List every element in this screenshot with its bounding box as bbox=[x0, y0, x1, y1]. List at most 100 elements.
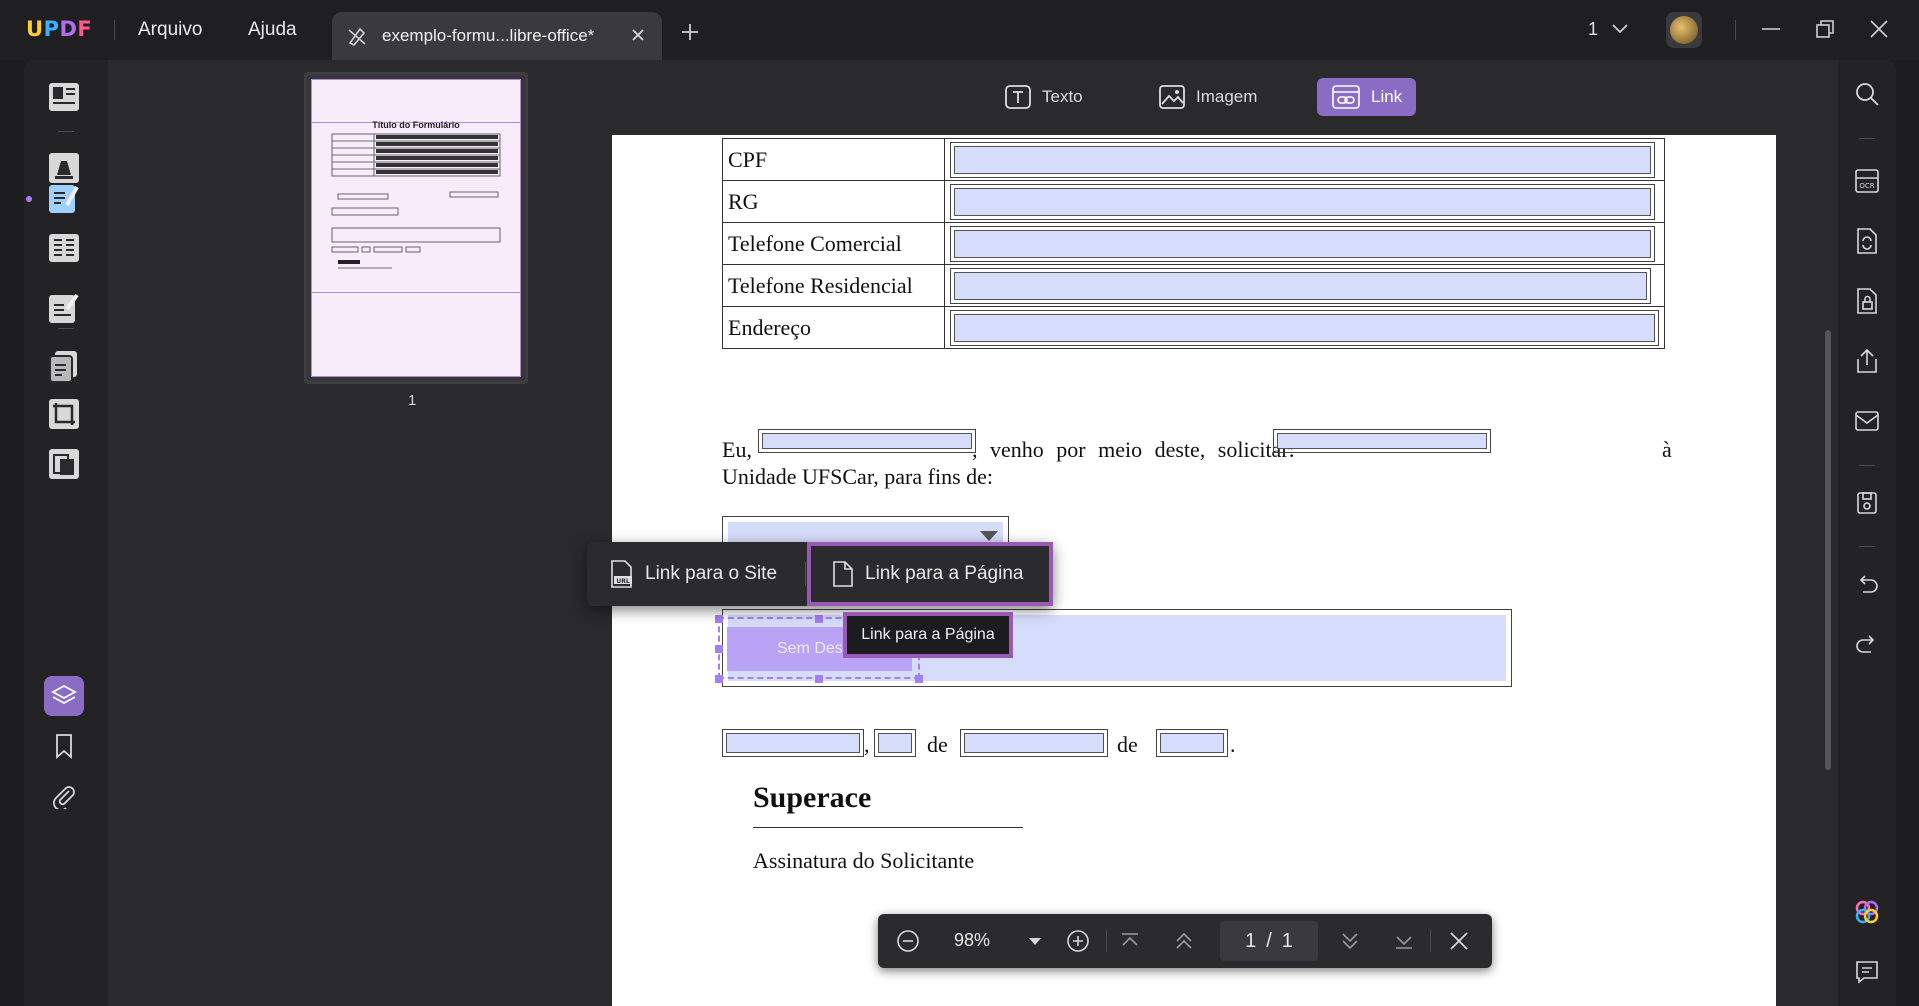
request-field[interactable] bbox=[1277, 433, 1487, 449]
table-label: Endereço bbox=[722, 306, 945, 349]
redo-icon[interactable] bbox=[1852, 630, 1882, 660]
resize-handle[interactable] bbox=[715, 675, 723, 683]
table-label: Telefone Comercial bbox=[722, 222, 945, 265]
undo-icon[interactable] bbox=[1852, 570, 1882, 600]
edit-toolbar: Texto Imagem Link bbox=[578, 60, 1838, 135]
reader-icon[interactable] bbox=[44, 77, 84, 117]
edit-pdf-icon[interactable] bbox=[44, 178, 84, 218]
city-field[interactable] bbox=[726, 733, 860, 753]
attachment-icon[interactable] bbox=[44, 776, 84, 816]
next-page-icon[interactable] bbox=[1338, 927, 1362, 960]
share-icon[interactable] bbox=[1852, 346, 1882, 376]
restore-icon[interactable] bbox=[1814, 18, 1836, 45]
table-row: RG bbox=[722, 180, 1665, 223]
resize-handle[interactable] bbox=[715, 645, 723, 653]
name-field[interactable] bbox=[762, 433, 972, 449]
name-field-box bbox=[758, 429, 976, 453]
table-row: Telefone Comercial bbox=[722, 222, 1665, 265]
document-tab[interactable]: exemplo-formu...libre-office* bbox=[332, 12, 662, 60]
text-a: à bbox=[1662, 437, 1672, 462]
first-page-icon[interactable] bbox=[1118, 927, 1142, 960]
zoom-bar: 98% 1 / 1 bbox=[878, 914, 1492, 968]
tab-title: exemplo-formu...libre-office* bbox=[382, 26, 595, 45]
close-zoom-bar-icon[interactable] bbox=[1446, 927, 1472, 960]
logo-letter: P bbox=[43, 17, 60, 41]
comment-icon[interactable] bbox=[1852, 957, 1882, 987]
bookmark-icon[interactable] bbox=[44, 726, 84, 766]
year-field[interactable] bbox=[1160, 733, 1224, 753]
zoom-out-icon[interactable] bbox=[894, 927, 922, 960]
menu-arquivo[interactable]: Arquivo bbox=[138, 19, 202, 41]
month-field[interactable] bbox=[964, 733, 1104, 753]
minimize-icon[interactable] bbox=[1760, 18, 1782, 45]
table-row: CPF bbox=[722, 138, 1665, 181]
close-tab-icon[interactable] bbox=[628, 25, 648, 50]
avatar[interactable] bbox=[1666, 12, 1702, 48]
text-tool-button[interactable]: Texto bbox=[990, 78, 1097, 116]
address-field[interactable] bbox=[954, 313, 1655, 342]
layers-icon[interactable] bbox=[44, 676, 84, 716]
home-phone-field[interactable] bbox=[954, 271, 1647, 300]
link-to-page-option[interactable]: Link para a Página bbox=[807, 542, 1053, 606]
table-label: RG bbox=[722, 180, 945, 223]
svg-text:OCR: OCR bbox=[1859, 182, 1874, 190]
thumbnail-panel: Título do Formulário 1 bbox=[108, 60, 578, 1006]
protect-icon[interactable] bbox=[1852, 286, 1882, 316]
link-tool-button[interactable]: Link bbox=[1317, 78, 1417, 116]
ai-assistant-icon[interactable] bbox=[1852, 897, 1882, 927]
page-indicator[interactable]: 1 / 1 bbox=[1220, 921, 1318, 961]
image-tool-button[interactable]: Imagem bbox=[1144, 78, 1271, 116]
link-to-page-tooltip: Link para a Página bbox=[843, 612, 1013, 658]
city-field-box bbox=[722, 729, 864, 757]
link-to-site-label: Link para o Site bbox=[645, 563, 778, 584]
form-table: CPF RG Telefone Comercial Telefone Resid… bbox=[722, 138, 1665, 349]
month-field-box bbox=[960, 729, 1108, 757]
save-icon[interactable] bbox=[1852, 488, 1882, 518]
text-de: de bbox=[927, 732, 948, 757]
search-icon[interactable] bbox=[1852, 79, 1882, 109]
resize-handle[interactable] bbox=[815, 675, 823, 683]
previous-page-icon[interactable] bbox=[1172, 927, 1196, 960]
compare-icon[interactable] bbox=[44, 444, 84, 484]
right-toolbar: OCR bbox=[1838, 60, 1896, 1006]
ocr-icon[interactable]: OCR bbox=[1852, 166, 1882, 196]
organize-icon[interactable] bbox=[44, 228, 84, 268]
text-period: . bbox=[1230, 732, 1236, 757]
workspace: Título do Formulário 1 Texto Imagem Link… bbox=[24, 60, 1896, 1006]
rg-field[interactable] bbox=[954, 187, 1651, 216]
table-label: CPF bbox=[722, 138, 945, 181]
page-icon bbox=[833, 561, 853, 587]
resize-handle[interactable] bbox=[915, 675, 923, 683]
updf-logo: UPDF bbox=[26, 17, 92, 41]
pages-icon[interactable] bbox=[44, 346, 84, 386]
convert-icon[interactable] bbox=[1852, 226, 1882, 256]
resize-handle[interactable] bbox=[815, 615, 823, 623]
day-field[interactable] bbox=[878, 733, 912, 753]
vertical-scrollbar[interactable] bbox=[1825, 330, 1831, 770]
last-page-icon[interactable] bbox=[1392, 927, 1416, 960]
link-to-site-option[interactable]: URL Link para o Site bbox=[609, 542, 777, 606]
email-icon[interactable] bbox=[1852, 406, 1882, 436]
title-separator bbox=[1735, 20, 1736, 40]
text-venho: , venho por meio deste, solicitar: bbox=[972, 437, 1295, 462]
image-tool-label: Imagem bbox=[1196, 87, 1258, 106]
crop-icon[interactable] bbox=[44, 394, 84, 434]
fill-sign-icon[interactable] bbox=[44, 288, 84, 328]
page-thumbnail[interactable]: Título do Formulário bbox=[304, 72, 528, 384]
logo-text: UPDF bbox=[26, 17, 92, 41]
title-separator bbox=[114, 20, 115, 40]
zoom-dropdown-icon[interactable] bbox=[1028, 934, 1042, 952]
text-eu: Eu, bbox=[722, 437, 752, 462]
table-label: Telefone Residencial bbox=[722, 264, 945, 307]
zoom-in-icon[interactable] bbox=[1064, 927, 1092, 960]
close-window-icon[interactable] bbox=[1868, 18, 1890, 45]
cpf-field[interactable] bbox=[954, 145, 1651, 174]
business-phone-field[interactable] bbox=[954, 229, 1651, 258]
document-area: Texto Imagem Link CPF RG Telefone Comerc… bbox=[578, 60, 1838, 1006]
menu-ajuda[interactable]: Ajuda bbox=[248, 19, 297, 41]
add-tab-icon[interactable] bbox=[680, 22, 700, 47]
resize-handle[interactable] bbox=[715, 615, 723, 623]
request-field-box bbox=[1273, 429, 1491, 453]
zoom-level[interactable]: 98% bbox=[954, 930, 990, 951]
page-selector[interactable]: 1 bbox=[1588, 19, 1629, 40]
